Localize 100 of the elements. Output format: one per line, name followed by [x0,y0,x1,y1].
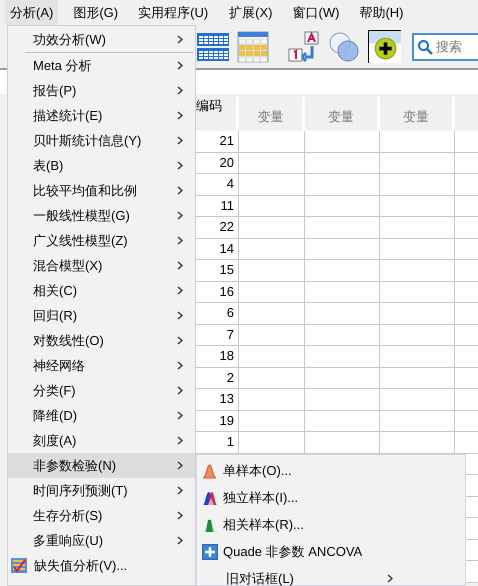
menu-item[interactable]: 一般线性模型(G) [8,203,195,228]
chevron-icon [177,336,183,345]
chevron-icon [177,461,183,470]
menu-item[interactable]: 广义线性模型(Z) [8,228,195,253]
menu-item[interactable]: 刻度(A) [8,428,195,453]
table-cell: 21 [196,131,239,152]
table-cell [239,303,305,324]
chevron-icon [177,411,183,420]
menu-item[interactable]: 相关样本(R)... [197,511,465,538]
menu-item[interactable]: 单样本(O)... [197,457,465,484]
column-header: 变量 [305,97,380,131]
menu-item[interactable]: 报告(P) [8,78,195,103]
table-cell: 16 [196,282,239,303]
menu-item[interactable]: 贝叶斯统计信息(Y) [8,128,195,153]
checklist-icon [11,557,27,573]
peak-icon [202,490,218,506]
column-header: 变量 [380,97,455,131]
swap-values-icon [288,30,320,62]
menu-item[interactable]: 缺失值分析(V)... [8,553,195,578]
chevron-icon [177,386,183,395]
table-cell [239,324,305,346]
chevron-icon [177,261,183,270]
table-cell [239,389,305,410]
table-cell [239,152,305,174]
peak-icon [202,517,218,533]
table-icon [237,30,269,62]
menu-item[interactable]: 混合模型(X) [8,253,195,278]
table-cell [239,238,305,260]
menu-item[interactable]: 回归(R) [8,303,195,328]
menu-item[interactable]: 旧对话框(L) [197,565,465,586]
menu-item[interactable]: Meta 分析 [8,53,195,78]
table-cell [239,131,305,152]
chevron-icon [177,111,183,120]
chevron-icon [177,86,183,95]
chevron-icon [177,236,183,245]
table-cell [239,260,305,282]
menu-bar-item[interactable]: 窗口(W) [288,0,344,25]
chevron-icon [177,486,183,495]
table-cell [239,368,305,389]
search-icon [417,38,433,54]
table-cell: 19 [196,410,239,432]
chevron-icon [177,511,183,520]
table-cell: 22 [196,217,239,238]
table-cell: 13 [196,389,239,410]
chevron-icon [177,161,183,170]
plus-button[interactable] [368,30,401,63]
table-cell: 2 [196,368,239,389]
column-header: 编码 [196,97,239,131]
menu-item[interactable]: 多重响应(U) [8,528,195,553]
table-cell [239,196,305,217]
menu-bar-item[interactable]: 分析(A) [5,0,58,25]
menu-item[interactable]: 比较平均值和比例 [8,178,195,203]
chevron-icon [177,61,183,70]
table-cell [239,217,305,238]
menu-item[interactable]: 对数线性(O) [8,328,195,353]
plus-icon [202,544,218,560]
table-cell: 18 [196,346,239,368]
table-cell [239,432,305,454]
chevron-icon [177,211,183,220]
menu-item[interactable]: 非参数检验(N) [8,453,195,478]
table-cell: 14 [196,238,239,260]
table-cell: 11 [196,196,239,217]
menu-bar-item[interactable]: 扩展(X) [224,0,278,25]
table-cell [239,282,305,303]
chevron-icon [387,574,393,583]
menu-item[interactable]: 神经网络 [8,353,195,378]
table-icon [197,30,229,62]
menu-bar-item[interactable]: 帮助(H) [354,0,408,25]
chevron-icon [177,186,183,195]
menu-item[interactable]: 分类(F) [8,378,195,403]
table-cell: 6 [196,303,239,324]
chevron-icon [177,436,183,445]
chevron-icon [177,361,183,370]
table-cell: 20 [196,152,239,174]
column-header: 变量 [239,97,305,131]
search-field[interactable]: 搜索 [412,32,478,60]
menu-bar-item[interactable]: 实用程序(U) [133,0,214,25]
chevron-icon [177,311,183,320]
menu-item[interactable]: 表(B) [8,153,195,178]
peak-icon [202,463,218,479]
chevron-icon [177,136,183,145]
menu-item[interactable]: 描述统计(E) [8,103,195,128]
circles-icon [328,30,360,62]
chevron-icon [177,35,183,44]
menu-item[interactable]: 相关(C) [8,278,195,303]
table-cell: 15 [196,260,239,282]
menu-item[interactable]: 独立样本(I)... [197,484,465,511]
table-cell: 1 [196,432,239,454]
menu-item[interactable]: 功效分析(W) [8,27,195,52]
table-cell [239,174,305,196]
menu-item[interactable]: 时间序列预测(T) [8,478,195,503]
menu-item[interactable]: Quade 非参数 ANCOVA [197,538,465,565]
chevron-icon [177,536,183,545]
menu-item[interactable]: 生存分析(S) [8,503,195,528]
table-cell [239,410,305,432]
menu-item[interactable]: 降维(D) [8,403,195,428]
table-cell: 4 [196,174,239,196]
menu-bar-item[interactable]: 图形(G) [68,0,124,25]
table-cell: 7 [196,324,239,346]
chevron-icon [177,286,183,295]
